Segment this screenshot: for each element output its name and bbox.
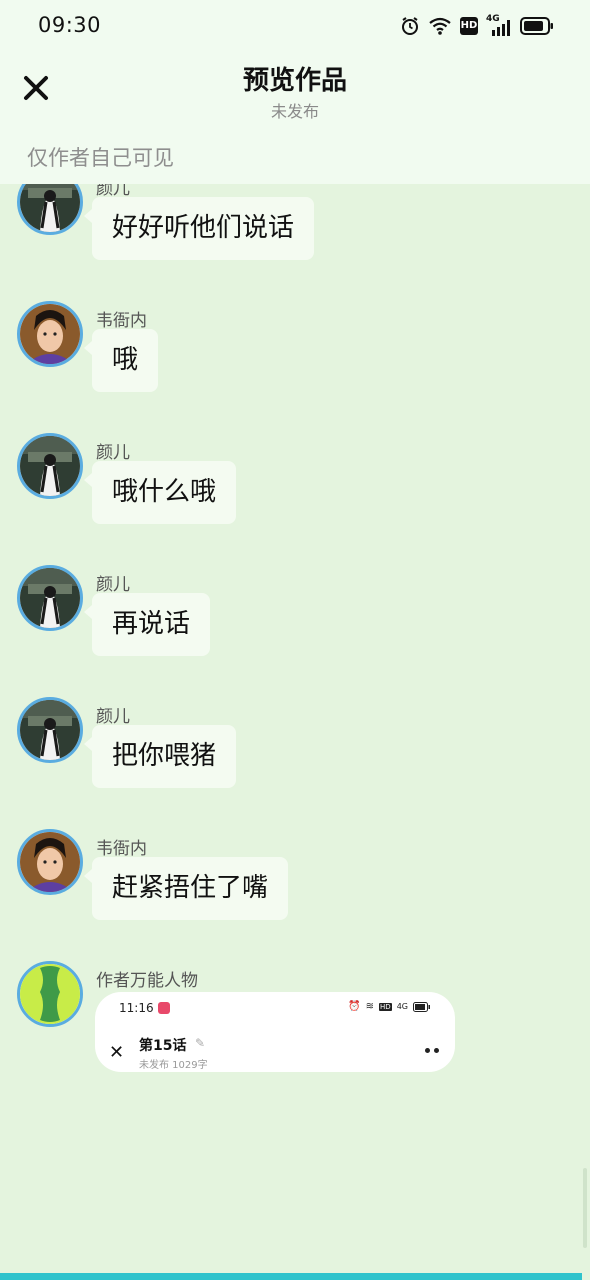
chat-message: 作者万能人物 11:16 ⏰ ≋ HD 4G ✕ 第15话 ✎ 未发布 1029… xyxy=(0,844,590,1084)
close-icon: ✕ xyxy=(109,1042,125,1063)
image-title: 第15话 xyxy=(139,1038,187,1054)
image-status-icons: ⏰ ≋ HD 4G xyxy=(348,1001,431,1012)
signal-4g-icon: 4G xyxy=(486,14,512,36)
scrollbar[interactable] xyxy=(583,1168,587,1248)
status-time: 09:30 xyxy=(38,13,102,37)
image-subtitle: 未发布 1029字 xyxy=(139,1060,208,1071)
avatar-author[interactable] xyxy=(17,961,83,1027)
page-subtitle: 未发布 xyxy=(270,102,319,121)
chat-message: 颜儿 再说话 xyxy=(0,448,590,656)
record-icon xyxy=(158,1002,170,1014)
chat-message: 韦衙内 赶紧捂住了嘴 xyxy=(0,712,590,920)
image-status-time: 11:16 xyxy=(119,1001,154,1015)
chat-message: 颜儿 把你喂猪 xyxy=(0,580,590,788)
alarm-icon xyxy=(402,17,418,35)
page-title: 预览作品 xyxy=(242,66,347,96)
header: 09:30 HD 4G 预览作品 未发布 仅作者自己可见 xyxy=(0,0,590,184)
bottom-bar xyxy=(0,1273,582,1280)
alarm-icon: ⏰ xyxy=(348,1001,361,1012)
hd-icon: HD xyxy=(379,1002,392,1011)
edit-icon: ✎ xyxy=(195,1036,206,1050)
sender-name: 作者万能人物 xyxy=(96,971,198,991)
hd-icon: HD xyxy=(460,17,478,35)
chat-message: 颜儿 哦什么哦 xyxy=(0,316,590,524)
status-icons: HD 4G xyxy=(400,14,554,38)
wifi-icon xyxy=(429,17,451,35)
more-icon xyxy=(425,1048,441,1054)
visibility-note: 仅作者自己可见 xyxy=(27,146,174,170)
image-message[interactable]: 11:16 ⏰ ≋ HD 4G ✕ 第15话 ✎ 未发布 1029字 xyxy=(95,992,455,1072)
signal-4g-icon: 4G xyxy=(396,1002,408,1011)
battery-icon xyxy=(520,17,553,35)
wifi-icon: ≋ xyxy=(365,1001,375,1012)
chat-list[interactable]: 颜儿 好好听他们说话 韦衙内 哦 颜儿 哦什么哦 颜儿 再说话 颜儿 把你喂猪 xyxy=(0,184,590,1274)
chat-message: 韦衙内 哦 xyxy=(0,184,590,392)
status-bar: 09:30 HD 4G xyxy=(0,0,590,52)
battery-icon xyxy=(413,1001,430,1012)
